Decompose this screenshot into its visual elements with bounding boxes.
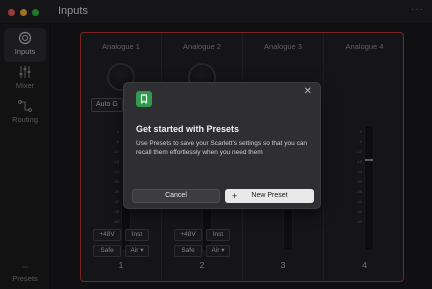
- plus-icon: +: [232, 191, 238, 201]
- dialog-body: Use Presets to save your Scarlett's sett…: [136, 140, 308, 156]
- new-preset-label: New Preset: [251, 192, 288, 199]
- close-icon[interactable]: ✕: [304, 86, 312, 97]
- preset-bookmark-icon: [136, 91, 152, 107]
- new-preset-button[interactable]: + New Preset: [225, 189, 314, 203]
- presets-dialog: ✕ Get started with Presets Use Presets t…: [123, 82, 321, 209]
- cancel-button[interactable]: Cancel: [132, 189, 220, 203]
- dialog-title: Get started with Presets: [136, 124, 240, 134]
